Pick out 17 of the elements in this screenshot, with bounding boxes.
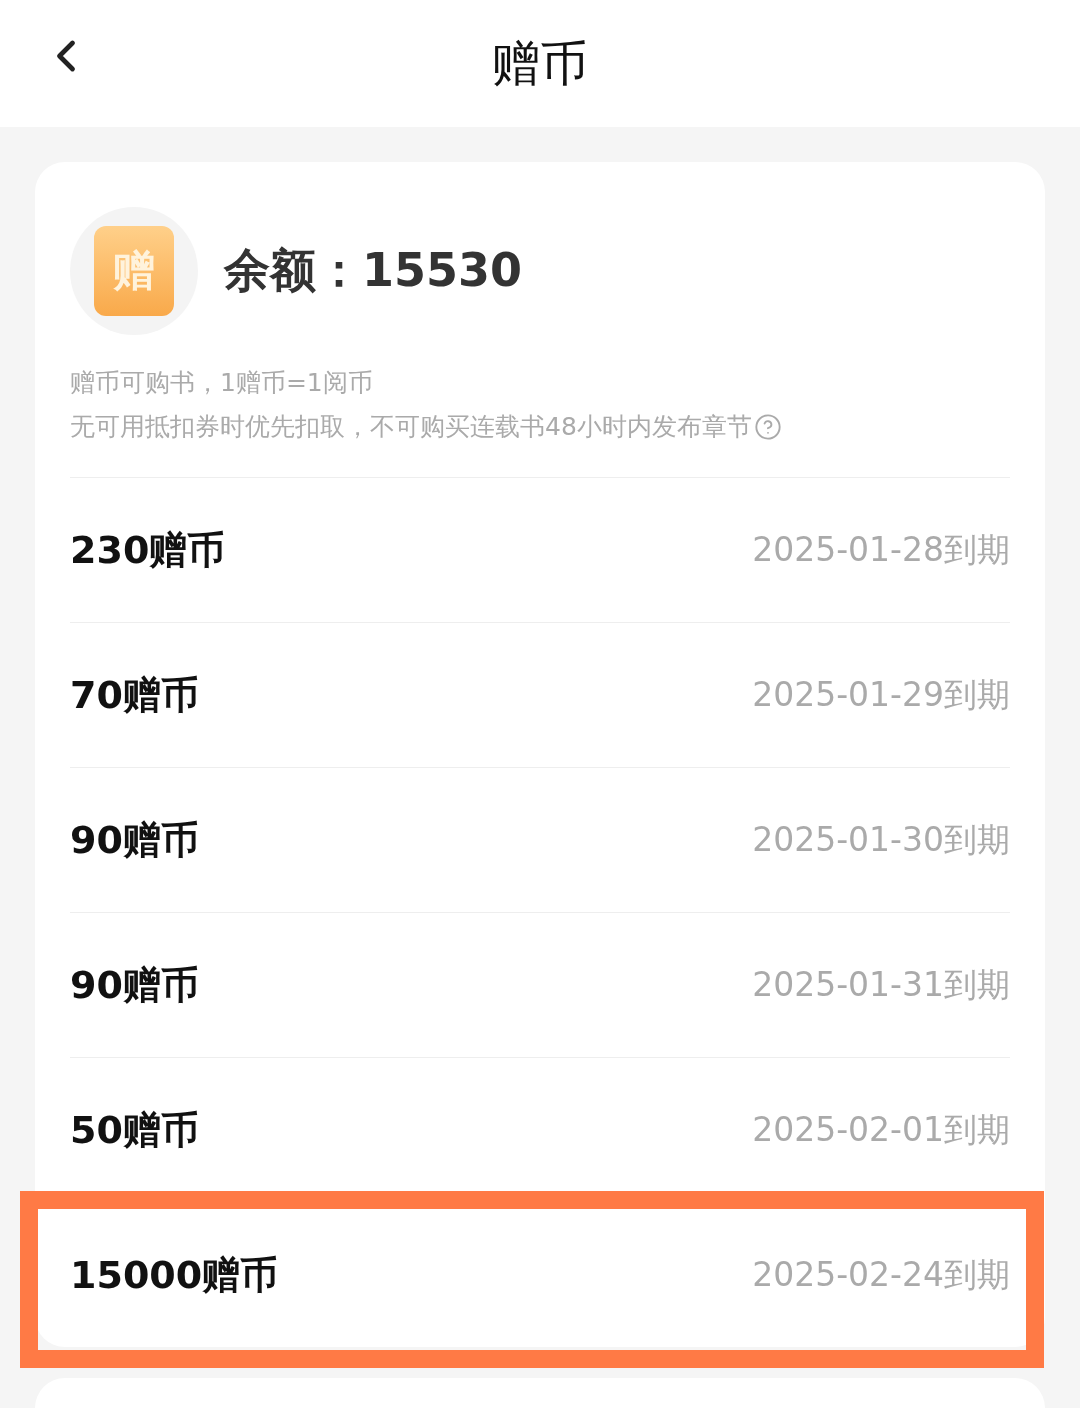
expiry-date: 2025-01-31到期 (752, 963, 1010, 1006)
expiry-date: 2025-01-28到期 (752, 528, 1010, 571)
expiry-date: 2025-02-24到期 (752, 1253, 1010, 1296)
coin-amount: 230赠币 (70, 526, 226, 574)
gift-ticket-icon: 赠 (94, 226, 174, 316)
coin-amount: 15000赠币 (70, 1251, 279, 1299)
coin-amount: 90赠币 (70, 816, 199, 864)
page-title: 赠币 (492, 33, 588, 93)
coin-amount: 70赠币 (70, 671, 199, 719)
expiry-date: 2025-01-30到期 (752, 818, 1010, 861)
coin-amount: 50赠币 (70, 1106, 199, 1154)
expiry-date: 2025-01-29到期 (752, 673, 1010, 716)
description-text: 赠币可购书，1赠币=1阅币 (70, 367, 373, 399)
balance-text: 余额：15530 (224, 242, 523, 299)
coin-amount: 90赠币 (70, 961, 199, 1009)
description-text: 无可用抵扣券时优先扣取，不可购买连载书48小时内发布章节 (70, 411, 752, 443)
expiry-date: 2025-02-01到期 (752, 1108, 1010, 1151)
